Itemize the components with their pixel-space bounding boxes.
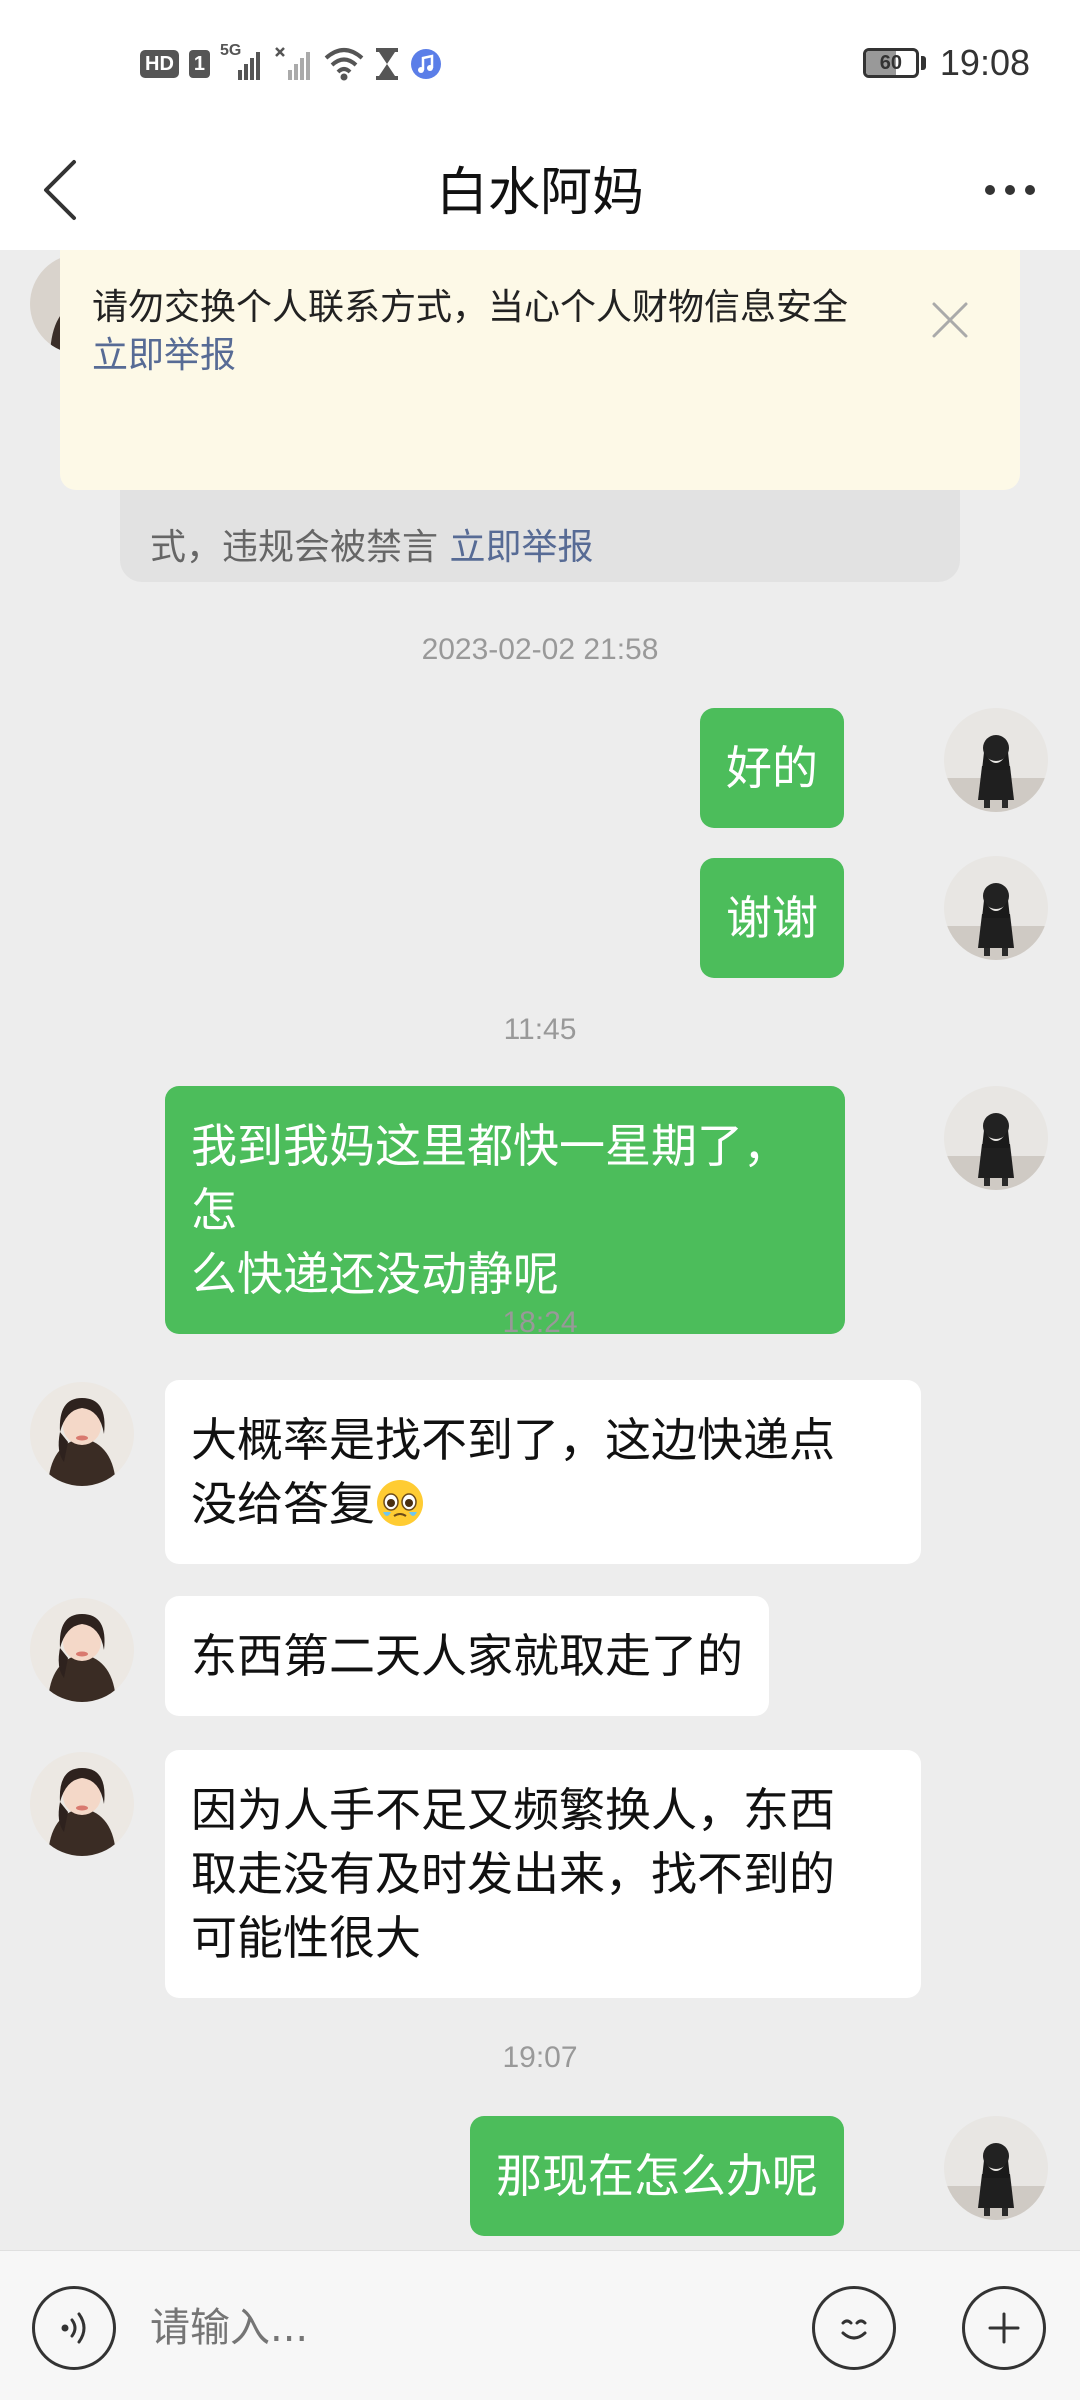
message-text: 谢谢	[726, 891, 818, 945]
warning-text: 请勿交换个人联系方式，当心个人财物信息安全	[92, 287, 849, 328]
signal-strength-icon: 5G	[220, 42, 264, 82]
my-avatar[interactable]	[944, 708, 1048, 812]
report-link[interactable]: 立即举报	[92, 332, 236, 380]
chat-title: 白水阿妈	[435, 163, 644, 223]
status-icons-left: HD 1 5G	[140, 42, 442, 84]
avatar-photo	[30, 1598, 134, 1702]
sent-message-bubble[interactable]: 谢谢	[700, 858, 844, 978]
more-actions-button[interactable]	[962, 2286, 1046, 2370]
message-timestamp: 2023-02-02 21:58	[421, 633, 659, 666]
sent-message-bubble[interactable]: 好的	[700, 708, 844, 828]
message-timestamp: 19:07	[502, 2041, 578, 2074]
message-timestamp: 11:45	[503, 1013, 577, 1046]
contact-avatar[interactable]	[30, 1598, 134, 1702]
sent-message-bubble[interactable]: 那现在怎么办呢	[470, 2116, 844, 2236]
received-message-bubble[interactable]: 因为人手不足又频繁换人，东西 取走没有及时发出来，找不到的 可能性很大	[165, 1750, 921, 1998]
system-notice-text-line: 式，违规会被禁言 立即举报	[150, 518, 593, 570]
message-text-line: 么快递还没动静呢	[191, 1247, 559, 1301]
contact-avatar[interactable]	[30, 1752, 134, 1856]
chat-header: 白水阿妈	[0, 125, 1080, 250]
avatar-photo	[944, 2116, 1048, 2220]
chevron-left-icon	[44, 160, 76, 220]
message-input-bar	[0, 2250, 1080, 2400]
my-avatar[interactable]	[944, 856, 1048, 960]
back-button[interactable]	[20, 150, 100, 230]
emoji-icon	[841, 2319, 867, 2340]
avatar-photo	[944, 856, 1048, 960]
battery-icon: 60	[862, 48, 926, 78]
my-avatar[interactable]	[944, 2116, 1048, 2220]
message-text: 没给答复	[191, 1477, 375, 1531]
status-bar: HD 1 5G 60 19:08	[0, 0, 1080, 125]
report-link[interactable]: 立即举报	[449, 527, 593, 568]
status-time: 19:08	[939, 42, 1030, 83]
avatar-photo	[944, 1086, 1048, 1190]
my-avatar[interactable]	[944, 1086, 1048, 1190]
message-text-line: 因为人手不足又频繁换人，东西	[191, 1783, 835, 1837]
wifi-icon	[324, 46, 364, 82]
message-text-line: 大概率是找不到了，这边快递点	[191, 1413, 835, 1467]
more-button[interactable]	[970, 155, 1050, 225]
contact-avatar[interactable]	[30, 1382, 134, 1486]
voice-input-button[interactable]	[32, 2286, 116, 2370]
sim-badge: 1	[188, 50, 211, 78]
emoji-button[interactable]	[812, 2286, 896, 2370]
avatar-photo	[944, 708, 1048, 812]
message-text: 那现在怎么办呢	[496, 2149, 818, 2203]
received-message-bubble[interactable]: 大概率是找不到了，这边快递点 没给答复	[165, 1380, 921, 1564]
received-message-bubble[interactable]: 东西第二天人家就取走了的	[165, 1596, 769, 1716]
pleading-face-emoji	[377, 1480, 423, 1526]
message-text-line: 我到我妈这里都快一星期了，怎	[191, 1119, 789, 1237]
message-input[interactable]	[150, 2291, 770, 2365]
message-text-line-with-emoji: 没给答复	[191, 1472, 895, 1536]
plus-icon	[988, 2312, 1020, 2344]
message-timestamp: 18:24	[502, 1306, 578, 1339]
hourglass-icon	[374, 46, 400, 82]
voice-input-icon	[61, 2312, 86, 2344]
message-text: 东西第二天人家就取走了的	[191, 1629, 743, 1683]
battery-level: 60	[879, 51, 903, 74]
message-text-line: 可能性很大	[191, 1911, 421, 1965]
avatar-photo	[30, 1382, 134, 1486]
no-signal-icon	[274, 46, 314, 82]
hd-badge: HD	[140, 50, 179, 78]
more-dots-icon	[985, 185, 995, 195]
message-text-line: 取走没有及时发出来，找不到的	[191, 1847, 835, 1901]
status-icons-right: 60 19:08	[862, 40, 1030, 86]
close-icon	[932, 302, 968, 338]
avatar-photo	[30, 1752, 134, 1856]
safety-warning-banner: 请勿交换个人联系方式，当心个人财物信息安全 立即举报	[60, 250, 1020, 490]
sent-message-bubble[interactable]: 我到我妈这里都快一星期了，怎 么快递还没动静呢	[165, 1086, 845, 1334]
music-app-icon	[410, 48, 442, 80]
system-notice-text: 式，违规会被禁言	[150, 527, 439, 568]
chat-area[interactable]: 式，违规会被禁言 立即举报 2023-02-02 21:58 好的 谢谢 11:…	[0, 250, 1080, 2250]
message-text: 好的	[726, 741, 818, 795]
close-banner-button[interactable]	[920, 290, 980, 350]
